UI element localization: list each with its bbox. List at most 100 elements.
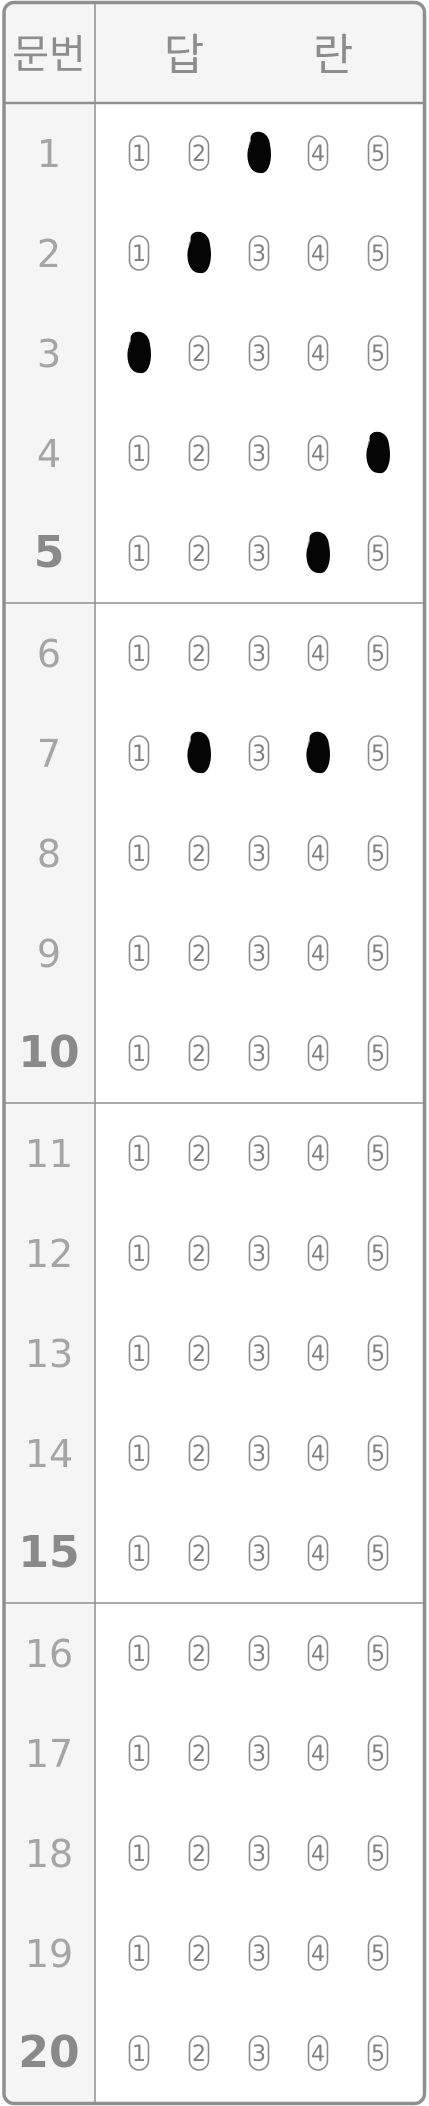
answer-bubble-4[interactable]: 4 — [307, 1035, 329, 1071]
answer-bubble-4[interactable]: 4 — [307, 135, 329, 171]
answer-bubble-2[interactable]: 2 — [188, 1035, 210, 1071]
answer-bubble-4[interactable]: 4 — [307, 835, 329, 871]
answer-bubble-2[interactable]: 2 — [188, 1335, 210, 1371]
answer-bubble-1[interactable]: 1 — [128, 1035, 150, 1071]
answer-bubble-5[interactable]: 5 — [367, 1935, 389, 1971]
answer-bubble-1[interactable]: 1 — [128, 1735, 150, 1771]
answer-bubble-5[interactable]: 5 — [366, 431, 390, 474]
answer-bubble-3[interactable]: 3 — [248, 1035, 270, 1071]
answer-bubble-1[interactable]: 1 — [128, 1335, 150, 1371]
answer-bubble-2[interactable]: 2 — [188, 335, 210, 371]
answer-bubble-3[interactable]: 3 — [248, 1235, 270, 1271]
answer-bubble-5[interactable]: 5 — [367, 935, 389, 971]
answer-bubble-3[interactable]: 3 — [248, 835, 270, 871]
answer-bubble-5[interactable]: 5 — [367, 635, 389, 671]
answer-bubble-1[interactable]: 1 — [128, 1235, 150, 1271]
answer-bubble-5[interactable]: 5 — [367, 235, 389, 271]
answer-bubble-5[interactable]: 5 — [367, 1535, 389, 1571]
answer-bubble-4[interactable]: 4 — [307, 335, 329, 371]
answer-bubble-4[interactable]: 4 — [307, 1435, 329, 1471]
answer-bubble-3[interactable]: 3 — [248, 1835, 270, 1871]
answer-bubble-2[interactable]: 2 — [188, 2035, 210, 2071]
answer-bubble-4[interactable]: 4 — [307, 935, 329, 971]
answer-bubble-2[interactable]: 2 — [188, 1235, 210, 1271]
answer-bubble-4[interactable]: 4 — [306, 531, 330, 574]
answer-bubble-2[interactable]: 2 — [188, 535, 210, 571]
answer-bubble-2[interactable]: 2 — [188, 835, 210, 871]
answer-bubble-4[interactable]: 4 — [307, 1835, 329, 1871]
answer-bubble-2[interactable]: 2 — [188, 635, 210, 671]
answer-bubble-1[interactable]: 1 — [128, 1835, 150, 1871]
answer-bubble-3[interactable]: 3 — [248, 2035, 270, 2071]
answer-bubble-3[interactable]: 3 — [248, 1335, 270, 1371]
answer-bubble-4[interactable]: 4 — [307, 1635, 329, 1671]
answer-bubble-5[interactable]: 5 — [367, 135, 389, 171]
answer-bubble-3[interactable]: 3 — [248, 1135, 270, 1171]
answer-bubble-1[interactable]: 1 — [128, 1535, 150, 1571]
answer-bubble-5[interactable]: 5 — [367, 1335, 389, 1371]
answer-bubble-1[interactable]: 1 — [128, 235, 150, 271]
answer-bubble-1[interactable]: 1 — [128, 435, 150, 471]
answer-bubble-1[interactable]: 1 — [128, 535, 150, 571]
answer-bubble-1[interactable]: 1 — [128, 1135, 150, 1171]
answer-bubble-2[interactable]: 2 — [188, 1835, 210, 1871]
answer-bubble-5[interactable]: 5 — [367, 535, 389, 571]
answer-bubble-2[interactable]: 2 — [188, 1935, 210, 1971]
answer-bubble-3[interactable]: 3 — [248, 1435, 270, 1471]
answer-bubble-4[interactable]: 4 — [307, 2035, 329, 2071]
answer-bubble-5[interactable]: 5 — [367, 1835, 389, 1871]
answer-bubble-2[interactable]: 2 — [187, 731, 211, 774]
answer-bubble-1[interactable]: 1 — [128, 835, 150, 871]
answer-bubble-1[interactable]: 1 — [128, 1935, 150, 1971]
answer-bubble-3[interactable]: 3 — [248, 435, 270, 471]
answer-bubble-5[interactable]: 5 — [367, 1735, 389, 1771]
answer-bubble-3[interactable]: 3 — [248, 1535, 270, 1571]
answer-bubble-2[interactable]: 2 — [188, 135, 210, 171]
answer-bubble-3[interactable]: 3 — [248, 235, 270, 271]
answer-bubble-3[interactable]: 3 — [248, 335, 270, 371]
answer-bubble-1[interactable]: 1 — [128, 1435, 150, 1471]
answer-bubble-4[interactable]: 4 — [307, 1135, 329, 1171]
answer-bubble-5[interactable]: 5 — [367, 1035, 389, 1071]
answer-bubble-2[interactable]: 2 — [188, 1435, 210, 1471]
answer-bubble-3[interactable]: 3 — [248, 1935, 270, 1971]
answer-bubble-2[interactable]: 2 — [188, 1135, 210, 1171]
answer-bubble-2[interactable]: 2 — [187, 231, 211, 274]
answer-bubble-1[interactable]: 1 — [128, 135, 150, 171]
answer-bubble-1[interactable]: 1 — [128, 735, 150, 771]
answer-bubble-4[interactable]: 4 — [307, 635, 329, 671]
answer-bubble-1[interactable]: 1 — [128, 935, 150, 971]
answer-bubble-3[interactable]: 3 — [248, 735, 270, 771]
answer-bubble-4[interactable]: 4 — [306, 731, 330, 774]
answer-bubble-4[interactable]: 4 — [307, 1335, 329, 1371]
answer-bubble-5[interactable]: 5 — [367, 2035, 389, 2071]
answer-bubble-5[interactable]: 5 — [367, 1635, 389, 1671]
answer-bubble-1[interactable]: 1 — [127, 331, 151, 374]
answer-bubble-1[interactable]: 1 — [128, 2035, 150, 2071]
answer-bubble-4[interactable]: 4 — [307, 435, 329, 471]
answer-bubble-4[interactable]: 4 — [307, 1935, 329, 1971]
answer-bubble-2[interactable]: 2 — [188, 1735, 210, 1771]
answer-bubble-5[interactable]: 5 — [367, 835, 389, 871]
answer-bubble-3[interactable]: 3 — [248, 935, 270, 971]
answer-bubble-2[interactable]: 2 — [188, 935, 210, 971]
answer-bubble-2[interactable]: 2 — [188, 1635, 210, 1671]
answer-bubble-5[interactable]: 5 — [367, 335, 389, 371]
answer-bubble-3[interactable]: 3 — [248, 535, 270, 571]
answer-bubble-5[interactable]: 5 — [367, 1235, 389, 1271]
answer-bubble-5[interactable]: 5 — [367, 735, 389, 771]
answer-bubble-3[interactable]: 3 — [248, 1635, 270, 1671]
answer-bubble-3[interactable]: 3 — [248, 1735, 270, 1771]
answer-bubble-3[interactable]: 3 — [247, 131, 271, 174]
answer-bubble-4[interactable]: 4 — [307, 1735, 329, 1771]
answer-bubble-4[interactable]: 4 — [307, 235, 329, 271]
answer-bubble-2[interactable]: 2 — [188, 1535, 210, 1571]
answer-bubble-1[interactable]: 1 — [128, 1635, 150, 1671]
answer-bubble-3[interactable]: 3 — [248, 635, 270, 671]
answer-bubble-5[interactable]: 5 — [367, 1435, 389, 1471]
answer-bubble-4[interactable]: 4 — [307, 1535, 329, 1571]
answer-bubble-1[interactable]: 1 — [128, 635, 150, 671]
answer-bubble-2[interactable]: 2 — [188, 435, 210, 471]
answer-bubble-4[interactable]: 4 — [307, 1235, 329, 1271]
answer-bubble-5[interactable]: 5 — [367, 1135, 389, 1171]
